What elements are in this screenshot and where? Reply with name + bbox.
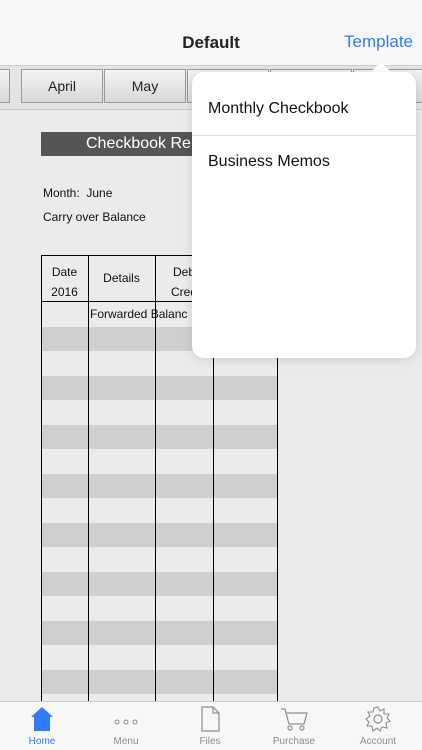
cart-icon (281, 708, 308, 731)
grid-line (41, 255, 42, 701)
date-header: Date 2016 (51, 265, 78, 299)
grid-line (155, 255, 156, 701)
month-tab-april[interactable]: April (21, 69, 103, 103)
details-header: Details (103, 271, 140, 285)
ledger-row[interactable] (41, 449, 278, 474)
tab-menu[interactable]: Menu (84, 702, 168, 750)
home-icon (31, 707, 53, 731)
month-field: Month: June (43, 186, 112, 200)
tab-label: Files (199, 736, 221, 747)
ledger-row[interactable] (41, 571, 278, 596)
ledger-row[interactable] (41, 547, 278, 572)
grid-line (88, 255, 89, 701)
ledger-row[interactable] (41, 375, 278, 400)
ledger-row[interactable] (41, 522, 278, 547)
forwarded-balance-label: Forwarded Balanc (90, 307, 188, 321)
popover-item-business-memos[interactable]: Business Memos (192, 136, 416, 188)
carry-over-label: Carry over Balance (43, 210, 146, 224)
tab-label: Menu (113, 736, 139, 747)
tab-label: Account (359, 736, 397, 747)
ledger-row[interactable] (41, 473, 278, 498)
template-popover: Monthly Checkbook Business Memos (192, 72, 416, 358)
month-tab-may[interactable]: May (104, 69, 186, 103)
month-value: June (86, 186, 113, 200)
template-button[interactable]: Template (344, 32, 413, 52)
tab-home[interactable]: Home (0, 702, 84, 750)
document-icon (201, 706, 220, 732)
tab-purchase[interactable]: Purchase (252, 702, 336, 750)
ledger-row[interactable] (41, 424, 278, 449)
ledger-row[interactable] (41, 694, 278, 701)
gear-icon (365, 706, 391, 732)
tab-label: Home (28, 736, 56, 747)
tab-label: Purchase (272, 736, 316, 747)
sheet-title: Checkbook Re (86, 135, 191, 152)
ledger-row[interactable] (41, 669, 278, 694)
ellipsis-icon (114, 719, 138, 725)
ledger-row[interactable] (41, 620, 278, 645)
tab-bar: Home Menu Files Purchase Account (0, 701, 422, 750)
navigation-bar: Default Template (0, 0, 422, 66)
tab-files[interactable]: Files (168, 702, 252, 750)
popover-item-monthly-checkbook[interactable]: Monthly Checkbook (192, 83, 416, 135)
ledger-row[interactable] (41, 498, 278, 523)
tab-account[interactable]: Account (336, 702, 420, 750)
month-label: Month: (43, 186, 80, 200)
ledger-row[interactable] (41, 645, 278, 670)
ledger-row[interactable] (41, 596, 278, 621)
month-tab-march[interactable] (0, 69, 10, 103)
ledger-row[interactable] (41, 400, 278, 425)
